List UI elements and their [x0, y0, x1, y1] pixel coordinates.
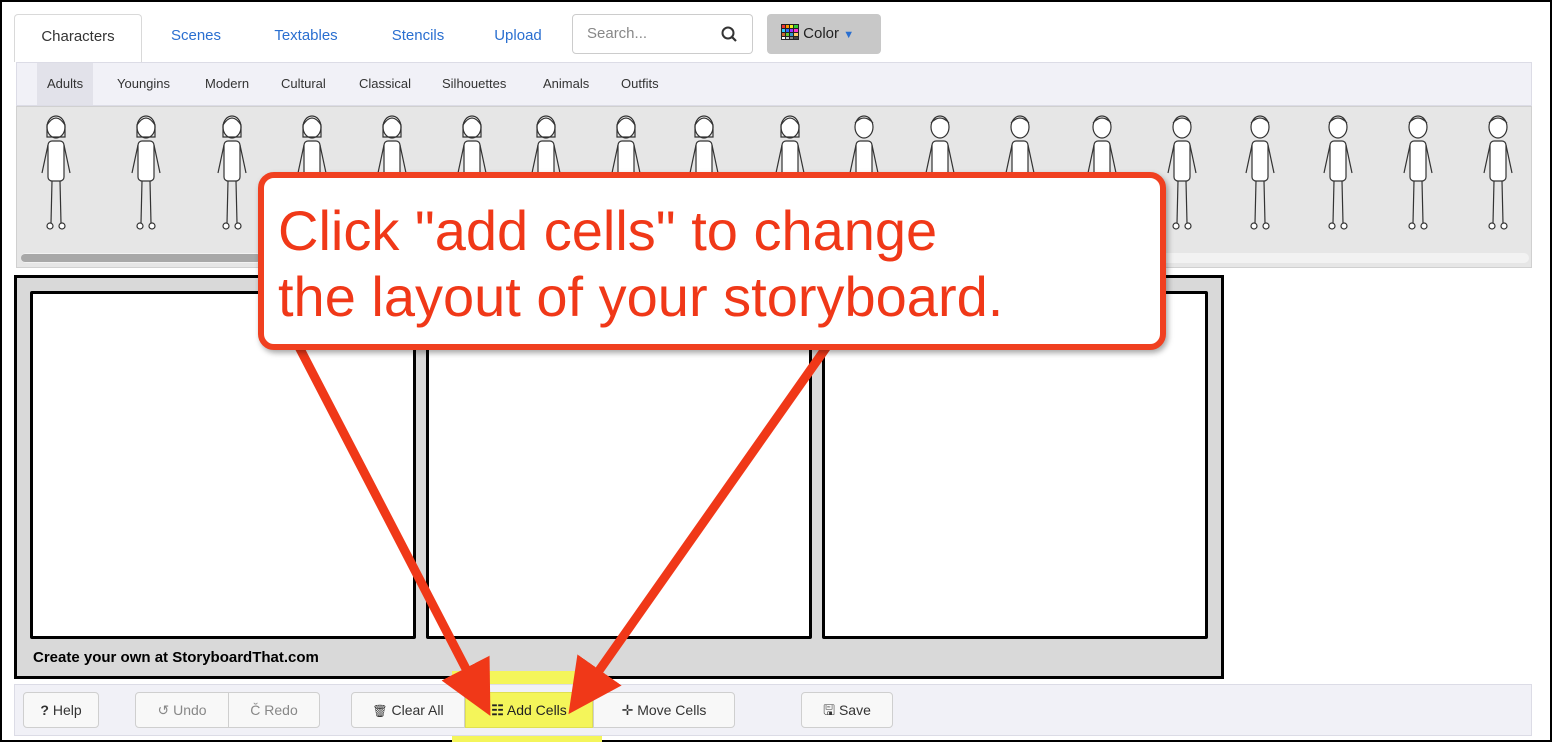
search-button[interactable] [707, 14, 753, 54]
help-label: Help [52, 702, 82, 718]
help-button[interactable]: ? Help [23, 692, 99, 728]
subtab-silhouettes[interactable]: Silhouettes [442, 63, 506, 105]
search-icon [721, 26, 737, 42]
caret-down-icon: ▼ [843, 29, 855, 41]
floppy-disk-icon: 🖫 [823, 702, 836, 718]
character-figure[interactable] [121, 111, 171, 235]
redo-button[interactable]: C̆ Redo [228, 692, 320, 728]
subtab-adults[interactable]: Adults [37, 63, 94, 105]
redo-label: Redo [264, 702, 298, 718]
search-input[interactable]: Search... [572, 14, 708, 54]
undo-button[interactable]: ↺ Undo [135, 692, 229, 728]
character-figure[interactable] [1235, 111, 1285, 235]
clear-all-label: Clear All [391, 702, 444, 718]
scroll-thumb[interactable] [21, 254, 261, 262]
grid-icon: ☷ [491, 702, 504, 718]
add-cells-button[interactable]: ☷ Add Cells [465, 692, 593, 728]
subtab-classical[interactable]: Classical [359, 63, 411, 105]
color-label: Color [803, 25, 840, 42]
callout-line-2: the layout of your storyboard. [278, 265, 1004, 328]
subcategory-bar: Adults Youngins Modern Cultural Classica… [16, 62, 1532, 106]
subtab-modern[interactable]: Modern [205, 63, 249, 105]
subtab-animals[interactable]: Animals [543, 63, 589, 105]
tab-upload[interactable]: Upload [476, 14, 560, 60]
undo-icon: ↺ [157, 702, 170, 718]
move-icon: ✛ [621, 702, 634, 718]
save-button[interactable]: 🖫 Save [801, 692, 893, 728]
callout-text: Click "add cells" to change the layout o… [278, 198, 1158, 330]
clear-all-button[interactable]: 🗑 Clear All [351, 692, 465, 728]
undo-label: Undo [173, 702, 207, 718]
redo-icon: C̆ [250, 702, 261, 718]
tab-characters[interactable]: Characters [14, 14, 142, 62]
tab-scenes[interactable]: Scenes [154, 14, 238, 60]
add-cells-label: Add Cells [506, 702, 567, 718]
watermark-text: Create your own at StoryboardThat.com [33, 649, 319, 666]
subtab-outfits[interactable]: Outfits [621, 63, 659, 105]
character-figure[interactable] [31, 111, 81, 235]
subtab-cultural[interactable]: Cultural [281, 63, 326, 105]
character-figure[interactable] [1393, 111, 1443, 235]
move-cells-button[interactable]: ✛ Move Cells [593, 692, 735, 728]
tab-stencils[interactable]: Stencils [372, 14, 464, 60]
tab-bar: Characters Scenes Textables Stencils Upl… [14, 14, 1534, 62]
color-button[interactable]: Color ▼ [767, 14, 881, 54]
trash-icon: 🗑 [372, 704, 388, 718]
color-grid-icon [781, 24, 799, 40]
tab-textables[interactable]: Textables [254, 14, 358, 60]
bottom-toolbar: ? Help ↺ Undo C̆ Redo 🗑 Clear All ☷ Add … [14, 684, 1532, 736]
character-figure[interactable] [1313, 111, 1363, 235]
question-icon: ? [40, 702, 49, 718]
move-cells-label: Move Cells [637, 702, 707, 718]
save-label: Save [838, 702, 871, 718]
callout-line-1: Click "add cells" to change [278, 199, 938, 262]
character-figure[interactable] [207, 111, 257, 235]
instruction-callout: Click "add cells" to change the layout o… [258, 172, 1166, 350]
character-figure[interactable] [1473, 111, 1523, 235]
subtab-youngins[interactable]: Youngins [117, 63, 170, 105]
